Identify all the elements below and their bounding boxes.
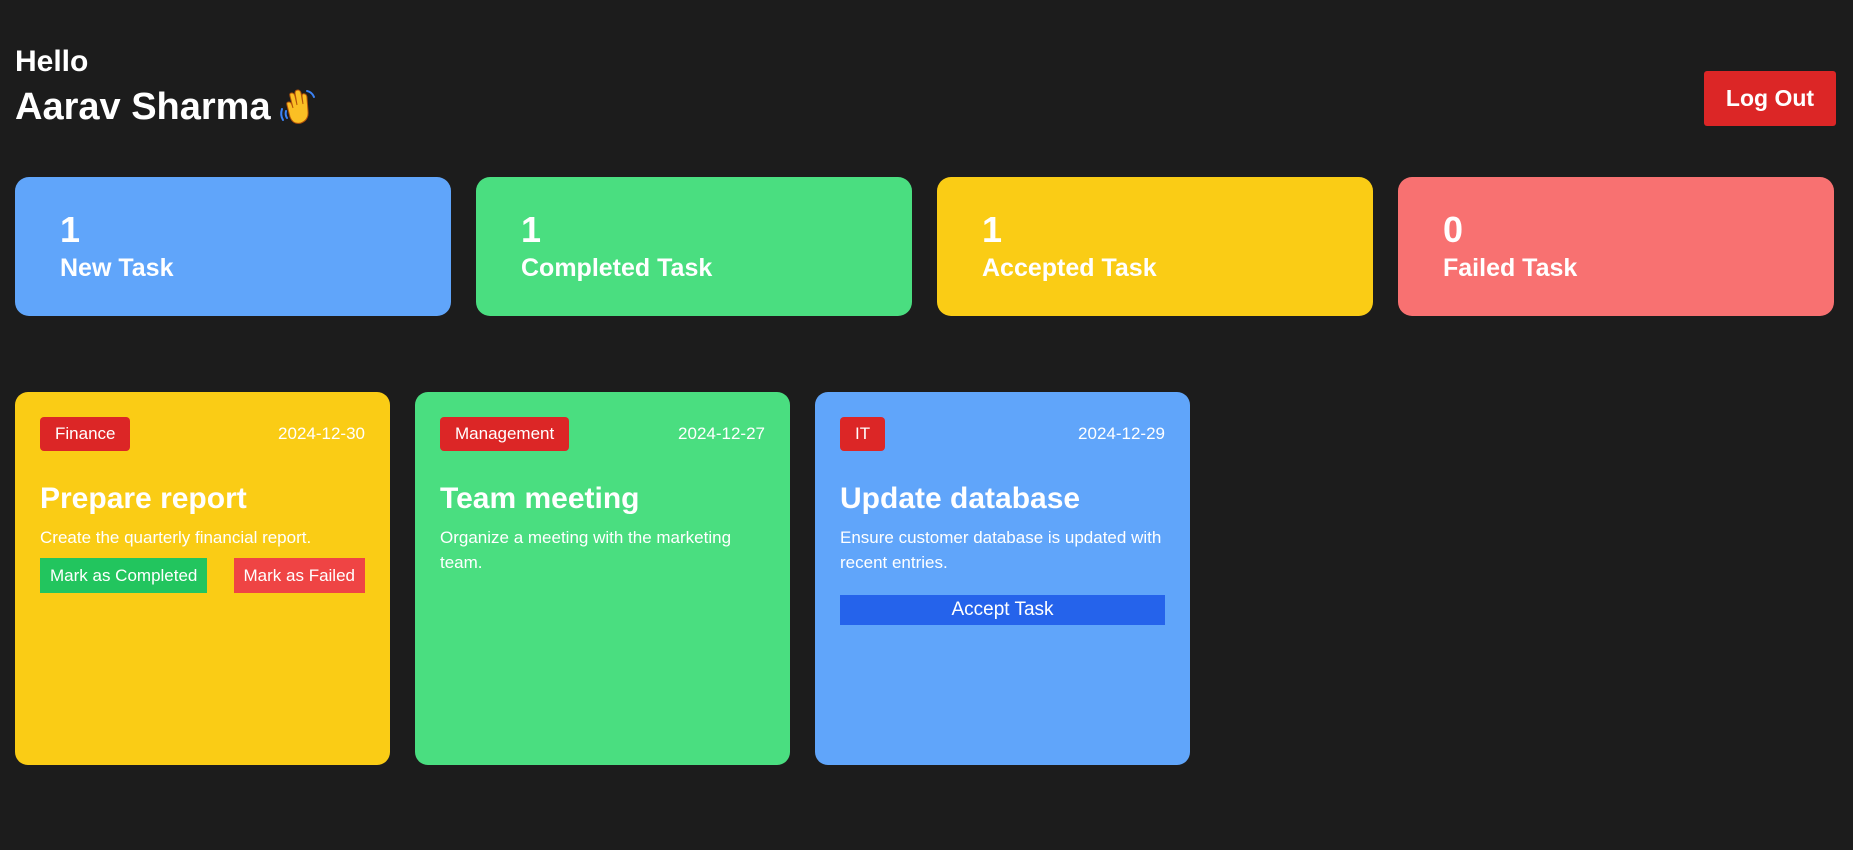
- mark-completed-button[interactable]: Mark as Completed: [40, 558, 208, 593]
- mark-failed-button[interactable]: Mark as Failed: [233, 558, 365, 593]
- stat-label: Failed Task: [1443, 254, 1578, 282]
- stat-label: Completed Task: [521, 254, 713, 282]
- task-date: 2024-12-27: [678, 424, 765, 443]
- stat-count: 0: [1443, 209, 1464, 250]
- stat-card-accepted: 1 Accepted Task: [937, 177, 1373, 316]
- task-description: Organize a meeting with the marketing te…: [440, 528, 732, 572]
- stat-label: New Task: [60, 254, 174, 282]
- category-badge: Management: [440, 417, 570, 451]
- stat-label: Accepted Task: [982, 254, 1157, 282]
- stat-count: 1: [982, 209, 1003, 250]
- category-badge: IT: [840, 417, 886, 451]
- stat-count: 1: [521, 209, 542, 250]
- task-stats: 1 New Task 1 Completed Task 1 Accepted T…: [15, 177, 1834, 316]
- category-badge: Finance: [40, 417, 131, 451]
- task-card-header: Management 2024-12-27: [440, 417, 765, 451]
- stat-card-completed: 1 Completed Task: [476, 177, 912, 316]
- logout-button[interactable]: Log Out: [1704, 71, 1836, 126]
- employee-dashboard: Hello Aarav Sharma Log Out 1 New Task 1: [0, 0, 1853, 850]
- stat-card-failed: 0 Failed Task: [1398, 177, 1834, 316]
- user-name: Aarav Sharma: [15, 86, 271, 128]
- waving-hand-icon: [277, 87, 317, 127]
- task-date: 2024-12-30: [278, 424, 365, 443]
- task-card-management: Management 2024-12-27 Team meeting Organ…: [415, 392, 790, 765]
- task-card-header: Finance 2024-12-30: [40, 417, 365, 451]
- task-actions: Mark as Completed Mark as Failed: [40, 558, 365, 593]
- stat-card-new: 1 New Task: [15, 177, 451, 316]
- task-card-finance: Finance 2024-12-30 Prepare report Create…: [15, 392, 390, 765]
- task-description: Create the quarterly financial report.: [40, 528, 312, 547]
- task-title: Update database: [840, 482, 1081, 515]
- task-description: Ensure customer database is updated with…: [840, 528, 1162, 572]
- greeting-text: Hello: [15, 45, 89, 78]
- stat-count: 1: [60, 209, 81, 250]
- task-card-it: IT 2024-12-29 Update database Ensure cus…: [815, 392, 1190, 765]
- task-card-header: IT 2024-12-29: [840, 417, 1165, 451]
- user-name-row: Aarav Sharma: [15, 84, 1836, 130]
- task-date: 2024-12-29: [1078, 424, 1165, 443]
- task-list: Finance 2024-12-30 Prepare report Create…: [15, 392, 1190, 765]
- header: Hello Aarav Sharma Log Out: [15, 44, 1836, 134]
- task-title: Prepare report: [40, 482, 247, 515]
- accept-task-button[interactable]: Accept Task: [840, 595, 1165, 625]
- task-title: Team meeting: [440, 482, 640, 515]
